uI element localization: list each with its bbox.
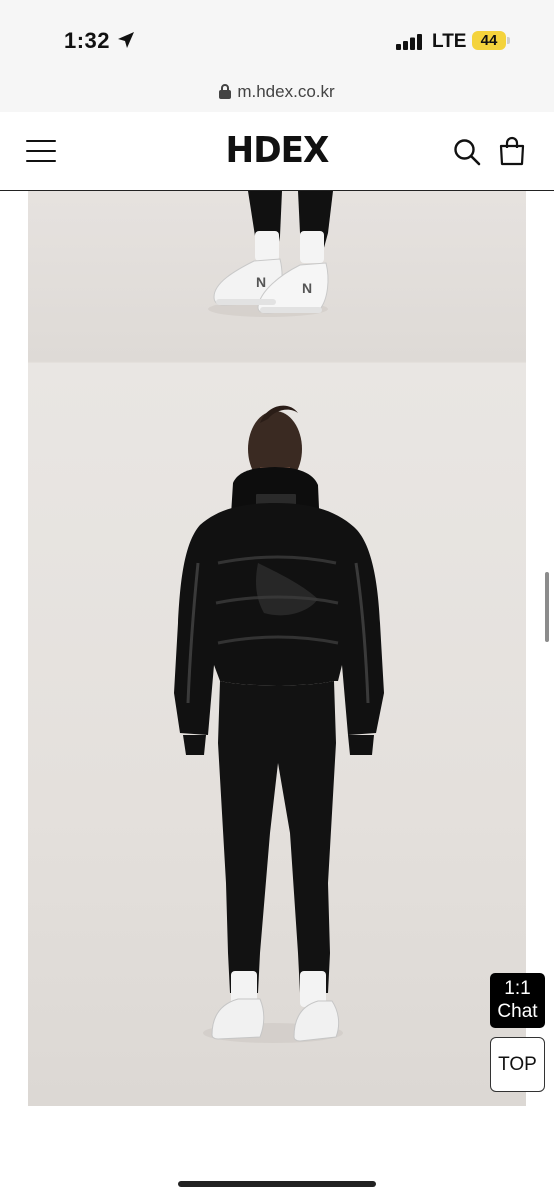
home-indicator[interactable] <box>178 1181 376 1187</box>
battery-level: 44 <box>480 32 498 49</box>
chat-label-line2: Chat <box>497 1001 538 1022</box>
browser-url-bar[interactable]: m.hdex.co.kr <box>0 72 554 112</box>
svg-text:N: N <box>302 280 312 296</box>
url-text: m.hdex.co.kr <box>237 82 335 101</box>
search-icon[interactable] <box>453 138 481 166</box>
url-display[interactable]: m.hdex.co.kr <box>0 82 554 102</box>
location-arrow-icon <box>118 32 134 48</box>
status-bar: 1:32 LTE 44 <box>0 0 554 72</box>
signal-icon <box>396 34 422 50</box>
chat-button[interactable]: 1:1 Chat <box>490 973 545 1028</box>
site-header: HDEX <box>0 112 554 191</box>
network-type: LTE <box>432 31 467 52</box>
status-time: 1:32 <box>64 28 111 53</box>
shopping-bag-icon[interactable] <box>499 136 525 166</box>
scroll-top-button[interactable]: TOP <box>490 1037 545 1092</box>
scrollbar[interactable] <box>545 572 549 642</box>
chat-label-line1: 1:1 <box>504 978 531 999</box>
svg-text:N: N <box>256 274 266 290</box>
lock-icon <box>219 84 232 99</box>
battery-icon: 44 <box>472 31 506 50</box>
product-photo-back-view <box>28 363 526 1106</box>
product-photo-legs: N N <box>28 191 526 363</box>
battery-tip <box>507 37 510 44</box>
product-image-gallery: N N <box>28 191 526 1106</box>
